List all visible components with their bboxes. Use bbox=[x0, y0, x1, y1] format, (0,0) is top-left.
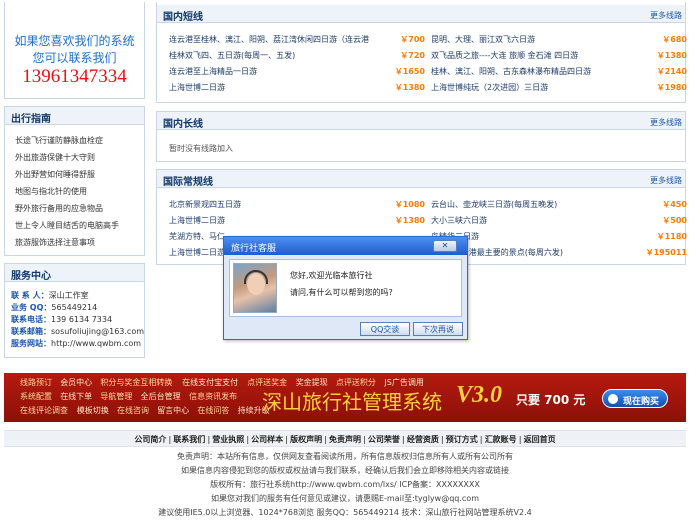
dialog-title-bar[interactable]: 旅行社客服 ✕ bbox=[224, 237, 467, 255]
dialog-body: 您好,欢迎光临本旅行社 请问,有什么可以帮到您的吗? bbox=[229, 259, 462, 317]
dialog-greeting: 您好,欢迎光临本旅行社 bbox=[290, 271, 373, 280]
dialog-question: 请问,有什么可以帮到您的吗? bbox=[290, 288, 393, 297]
agent-avatar bbox=[233, 263, 277, 313]
dialog-close-button[interactable]: ✕ bbox=[433, 240, 457, 252]
later-label: 下次再说 bbox=[422, 325, 454, 334]
later-button[interactable]: 下次再说 bbox=[413, 322, 463, 336]
customer-service-dialog: 旅行社客服 ✕ 您好,欢迎光临本旅行社 请问,有什么可以帮到您的吗? QQ交谈 … bbox=[223, 236, 468, 340]
dialog-title: 旅行社客服 bbox=[231, 244, 277, 254]
headset-icon bbox=[244, 270, 268, 284]
close-icon: ✕ bbox=[441, 241, 449, 250]
qq-chat-label: QQ交谈 bbox=[370, 325, 400, 334]
qq-chat-button[interactable]: QQ交谈 bbox=[360, 322, 410, 336]
